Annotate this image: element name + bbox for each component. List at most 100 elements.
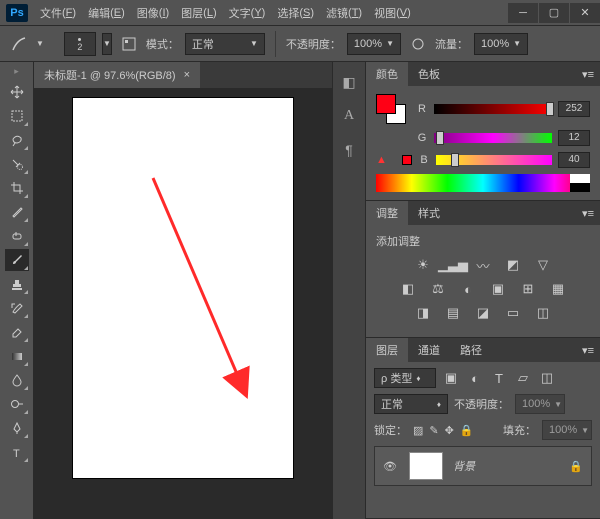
filter-shape-icon[interactable]: ▱	[514, 370, 532, 386]
tab-styles[interactable]: 样式	[408, 201, 450, 225]
menu-edit[interactable]: 编辑(E)	[82, 0, 131, 26]
levels-icon[interactable]: ▁▃▅	[444, 257, 462, 273]
brightness-icon[interactable]: ☀	[414, 257, 432, 273]
lock-position-icon[interactable]: ✥	[445, 424, 454, 437]
crop-tool[interactable]	[5, 177, 29, 199]
quick-select-tool[interactable]	[5, 153, 29, 175]
posterize-icon[interactable]: ▤	[444, 305, 462, 321]
tab-adjustments[interactable]: 调整	[366, 201, 408, 225]
blend-mode-select[interactable]: 正常▼	[185, 33, 265, 55]
gradient-map-icon[interactable]: ▭	[504, 305, 522, 321]
brush-dropdown[interactable]: ▼	[102, 33, 112, 55]
selective-color-icon[interactable]: ◫	[534, 305, 552, 321]
pen-tool[interactable]	[5, 417, 29, 439]
annotation-arrow	[148, 173, 258, 403]
lock-paint-icon[interactable]: ✎	[429, 424, 438, 437]
layer-row[interactable]: 👁 背景 🔒	[374, 446, 592, 486]
threshold-icon[interactable]: ◪	[474, 305, 492, 321]
close-tab-icon[interactable]: ×	[184, 69, 190, 81]
close-button[interactable]: ✕	[570, 3, 600, 23]
layer-name[interactable]: 背景	[453, 458, 475, 474]
tab-paths[interactable]: 路径	[450, 338, 492, 362]
menu-type[interactable]: 文字(Y)	[223, 0, 272, 26]
filter-type-icon[interactable]: T	[490, 370, 508, 386]
menu-select[interactable]: 选择(S)	[271, 0, 320, 26]
dodge-tool[interactable]	[5, 393, 29, 415]
layer-fill-field[interactable]: 100%▼	[542, 420, 592, 440]
layer-thumbnail[interactable]	[409, 452, 443, 480]
panel-menu-icon[interactable]: ▾≡	[576, 207, 600, 220]
color-spectrum[interactable]	[376, 174, 590, 192]
vibrance-icon[interactable]: ▽	[534, 257, 552, 273]
pressure-opacity-icon[interactable]	[407, 33, 429, 55]
hue-sat-icon[interactable]: ◧	[399, 281, 417, 297]
curves-icon[interactable]: 〰	[474, 257, 492, 273]
eyedropper-tool[interactable]	[5, 201, 29, 223]
panel-menu-icon[interactable]: ▾≡	[576, 68, 600, 81]
invert-icon[interactable]: ◨	[414, 305, 432, 321]
flow-field[interactable]: 100%▼	[474, 33, 528, 55]
canvas[interactable]	[73, 98, 293, 478]
b-value[interactable]: 40	[558, 152, 590, 168]
g-slider[interactable]	[434, 133, 552, 143]
g-value[interactable]: 12	[558, 130, 590, 146]
lock-all-icon[interactable]: 🔒	[460, 424, 474, 437]
photo-filter-icon[interactable]: ▣	[489, 281, 507, 297]
filter-pixel-icon[interactable]: ▣	[442, 370, 460, 386]
lock-transparent-icon[interactable]: ▨	[413, 424, 423, 437]
history-brush-tool[interactable]	[5, 297, 29, 319]
r-slider[interactable]	[434, 104, 552, 114]
filter-adjust-icon[interactable]: ◐	[466, 370, 484, 386]
maximize-button[interactable]: ▢	[539, 3, 569, 23]
tool-preset-icon[interactable]	[8, 33, 30, 55]
document-tab[interactable]: 未标题-1 @ 97.6%(RGB/8) ×	[34, 62, 200, 88]
menu-layer[interactable]: 图层(L)	[175, 0, 222, 26]
panel-menu-icon[interactable]: ▾≡	[576, 344, 600, 357]
history-panel-icon[interactable]: ◧	[339, 72, 359, 92]
opacity-label: 不透明度：	[286, 36, 341, 52]
channel-mixer-icon[interactable]: ⊞	[519, 281, 537, 297]
layer-blend-select[interactable]: 正常♦	[374, 394, 448, 414]
color-panel: 颜色 色板 ▾≡ R 252 G 12	[366, 62, 600, 201]
character-panel-icon[interactable]: A	[339, 106, 359, 126]
brush-panel-icon[interactable]	[118, 33, 140, 55]
healing-tool[interactable]	[5, 225, 29, 247]
fg-bg-swatch[interactable]	[376, 94, 406, 124]
menu-file[interactable]: 文件(F)	[34, 0, 82, 26]
color-balance-icon[interactable]: ⚖	[429, 281, 447, 297]
layer-kind-select[interactable]: ρ 类型♦	[374, 368, 436, 388]
marquee-tool[interactable]	[5, 105, 29, 127]
gradient-tool[interactable]	[5, 345, 29, 367]
opacity-field[interactable]: 100%▼	[347, 33, 401, 55]
tab-layers[interactable]: 图层	[366, 338, 408, 362]
r-label: R	[416, 103, 428, 115]
menu-filter[interactable]: 滤镜(T)	[320, 0, 368, 26]
exposure-icon[interactable]: ◩	[504, 257, 522, 273]
document-area: 未标题-1 @ 97.6%(RGB/8) ×	[34, 62, 332, 519]
b-slider[interactable]	[436, 155, 552, 165]
move-tool[interactable]	[5, 81, 29, 103]
tab-swatches[interactable]: 色板	[408, 62, 450, 86]
lookup-icon[interactable]: ▦	[549, 281, 567, 297]
eraser-tool[interactable]	[5, 321, 29, 343]
paragraph-panel-icon[interactable]: ¶	[339, 140, 359, 160]
foreground-color-swatch[interactable]	[376, 94, 396, 114]
r-value[interactable]: 252	[558, 101, 590, 117]
visibility-icon[interactable]: 👁	[383, 460, 399, 473]
menu-view[interactable]: 视图(V)	[368, 0, 417, 26]
gamut-warning-icon[interactable]: ▲	[376, 154, 387, 166]
bw-icon[interactable]: ◐	[459, 281, 477, 297]
filter-smart-icon[interactable]: ◫	[538, 370, 556, 386]
stamp-tool[interactable]	[5, 273, 29, 295]
lasso-tool[interactable]	[5, 129, 29, 151]
tab-channels[interactable]: 通道	[408, 338, 450, 362]
type-tool[interactable]: T	[5, 441, 29, 463]
brush-preview[interactable]: 2	[64, 32, 96, 56]
toolbar-grip[interactable]: ▸	[14, 66, 19, 77]
brush-tool[interactable]	[5, 249, 29, 271]
layer-opacity-field[interactable]: 100%▼	[515, 394, 565, 414]
blur-tool[interactable]	[5, 369, 29, 391]
menu-image[interactable]: 图像(I)	[131, 0, 175, 26]
minimize-button[interactable]: ─	[508, 3, 538, 23]
tab-color[interactable]: 颜色	[366, 62, 408, 86]
